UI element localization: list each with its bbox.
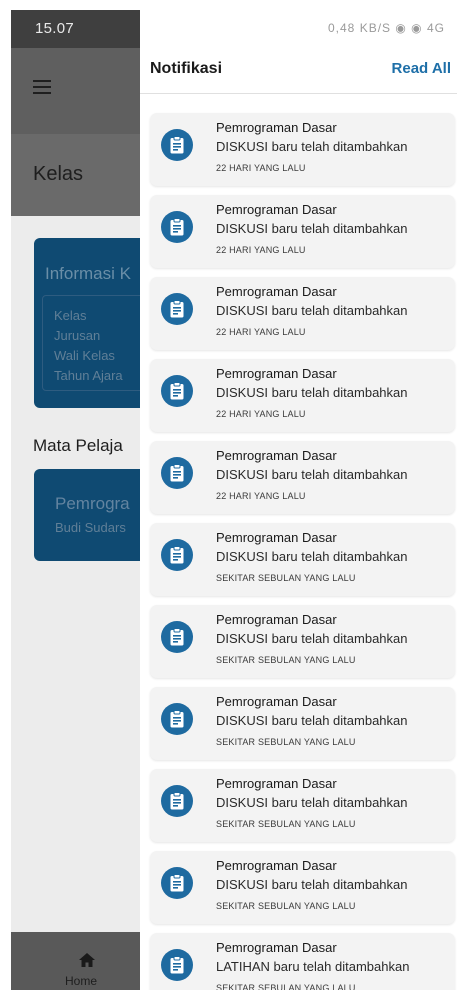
notification-message: DISKUSI baru telah ditambahkan [216, 385, 408, 400]
screen: 15.07 Kelas Informasi K Kelas Jurusan Wa… [0, 0, 457, 990]
notification-item[interactable]: Pemrograman Dasar DISKUSI baru telah dita… [150, 605, 455, 678]
notification-title: Pemrograman Dasar [216, 448, 337, 463]
notification-message: DISKUSI baru telah ditambahkan [216, 303, 408, 318]
notification-message: DISKUSI baru telah ditambahkan [216, 877, 408, 892]
notification-message: DISKUSI baru telah ditambahkan [216, 631, 408, 646]
notification-message: DISKUSI baru telah ditambahkan [216, 139, 408, 154]
subjects-section-title: Mata Pelaja [33, 436, 123, 455]
notification-time: SEKITAR SEBULAN YANG LALU [216, 573, 356, 583]
notification-time: 22 HARI YANG LALU [216, 163, 306, 173]
class-info-line: Kelas [54, 308, 87, 323]
class-info-line: Wali Kelas [54, 348, 115, 363]
notification-title: Pemrograman Dasar [216, 612, 337, 627]
read-all-button[interactable]: Read All [392, 60, 451, 77]
notification-message: DISKUSI baru telah ditambahkan [216, 467, 408, 482]
clipboard-icon [161, 703, 193, 735]
clipboard-icon [161, 211, 193, 243]
notification-message: DISKUSI baru telah ditambahkan [216, 795, 408, 810]
notification-item[interactable]: Pemrograman Dasar DISKUSI baru telah dita… [150, 113, 455, 186]
class-info-line: Jurusan [54, 328, 101, 343]
notification-title: Pemrograman Dasar [216, 858, 337, 873]
clipboard-icon [161, 867, 193, 899]
clipboard-icon [161, 129, 193, 161]
clipboard-icon [161, 785, 193, 817]
notification-title: Pemrograman Dasar [216, 202, 337, 217]
notification-title: Pemrograman Dasar [216, 776, 337, 791]
clipboard-icon [161, 949, 193, 981]
notification-time: SEKITAR SEBULAN YANG LALU [216, 655, 356, 665]
notification-item[interactable]: Pemrograman Dasar DISKUSI baru telah dita… [150, 359, 455, 432]
notification-list: Pemrograman Dasar DISKUSI baru telah dita… [150, 113, 455, 990]
notification-message: DISKUSI baru telah ditambahkan [216, 713, 408, 728]
status-icons: 0,48 KB/S ◉ ◉ 4G [328, 21, 445, 35]
notification-time: 22 HARI YANG LALU [216, 327, 306, 337]
drawer-title: Notifikasi [150, 60, 223, 77]
notification-message: LATIHAN baru telah ditambahkan [216, 959, 410, 974]
notification-title: Pemrograman Dasar [216, 366, 337, 381]
clipboard-icon [161, 293, 193, 325]
notification-time: SEKITAR SEBULAN YANG LALU [216, 819, 356, 829]
clipboard-icon [161, 375, 193, 407]
clipboard-icon [161, 539, 193, 571]
notification-message: DISKUSI baru telah ditambahkan [216, 549, 408, 564]
class-info-line: Tahun Ajara [54, 368, 123, 383]
subject-teacher: Budi Sudars [55, 520, 126, 535]
notification-item[interactable]: Pemrograman Dasar DISKUSI baru telah dita… [150, 441, 455, 514]
notification-title: Pemrograman Dasar [216, 940, 337, 955]
notification-time: 22 HARI YANG LALU [216, 245, 306, 255]
home-icon[interactable] [79, 953, 95, 967]
notification-title: Pemrograman Dasar [216, 694, 337, 709]
drawer-status-bar: 0,48 KB/S ◉ ◉ 4G [140, 10, 457, 48]
notification-title: Pemrograman Dasar [216, 284, 337, 299]
notification-message: DISKUSI baru telah ditambahkan [216, 221, 408, 236]
notification-item[interactable]: Pemrograman Dasar DISKUSI baru telah dita… [150, 195, 455, 268]
status-time: 15.07 [35, 20, 75, 37]
clipboard-icon [161, 457, 193, 489]
menu-icon[interactable] [33, 80, 51, 94]
class-info-title: Informasi K [45, 264, 131, 283]
notification-time: SEKITAR SEBULAN YANG LALU [216, 983, 356, 990]
notification-title: Pemrograman Dasar [216, 120, 337, 135]
subject-name: Pemrogra [55, 494, 130, 513]
notification-item[interactable]: Pemrograman Dasar DISKUSI baru telah dita… [150, 687, 455, 760]
notification-item[interactable]: Pemrograman Dasar LATIHAN baru telah dita… [150, 933, 455, 990]
clipboard-icon [161, 621, 193, 653]
notification-time: SEKITAR SEBULAN YANG LALU [216, 737, 356, 747]
notification-title: Pemrograman Dasar [216, 530, 337, 545]
notification-item[interactable]: Pemrograman Dasar DISKUSI baru telah dita… [150, 851, 455, 924]
notification-time: 22 HARI YANG LALU [216, 409, 306, 419]
notification-item[interactable]: Pemrograman Dasar DISKUSI baru telah dita… [150, 277, 455, 350]
home-nav-label[interactable]: Home [65, 974, 97, 988]
notification-item[interactable]: Pemrograman Dasar DISKUSI baru telah dita… [150, 523, 455, 596]
notification-item[interactable]: Pemrograman Dasar DISKUSI baru telah dita… [150, 769, 455, 842]
page-title: Kelas [33, 163, 84, 185]
notification-time: SEKITAR SEBULAN YANG LALU [216, 901, 356, 911]
notification-drawer: 0,48 KB/S ◉ ◉ 4G Notifikasi Read All Pem… [140, 10, 457, 990]
drawer-header: Notifikasi Read All [140, 48, 457, 94]
notification-time: 22 HARI YANG LALU [216, 491, 306, 501]
